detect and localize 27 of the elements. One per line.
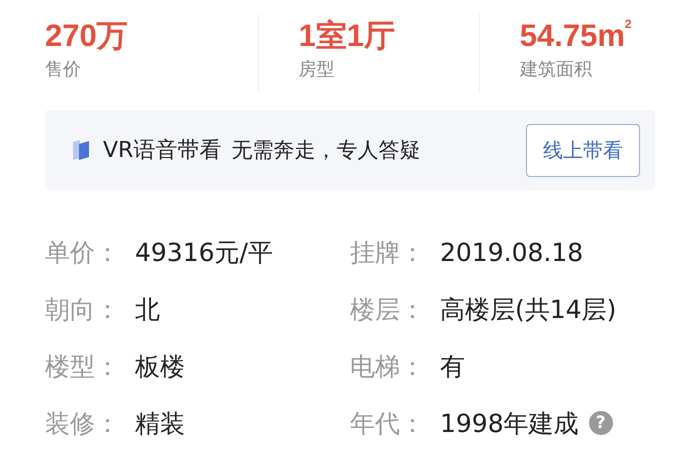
detail-label: 单价： (45, 236, 121, 268)
detail-value: 2019.08.18 (440, 238, 584, 266)
detail-value: 板楼 (135, 350, 185, 382)
detail-label: 电梯： (350, 350, 426, 382)
detail-value: 高楼层(共14层) (440, 294, 616, 326)
vr-title: VR语音带看 (103, 137, 222, 165)
detail-label: 年代： (350, 408, 426, 440)
stat-label: 售价 (45, 58, 81, 82)
help-icon[interactable]: ? (588, 411, 613, 435)
online-viewing-button[interactable]: 线上带看 (526, 124, 640, 176)
detail-value: 1998年建成 (440, 408, 579, 440)
detail-value: 有 (440, 350, 465, 382)
detail-label: 楼层： (350, 294, 426, 326)
detail-value: 49316元/平 (135, 236, 273, 268)
stat-label: 房型 (298, 58, 335, 82)
detail-value: 精装 (135, 408, 185, 440)
stat-value: 54.75m$^{2}$ (520, 16, 632, 55)
detail-value: 北 (135, 294, 160, 326)
stat-label: 建筑面积 (520, 58, 592, 82)
detail-label: 朝向： (45, 294, 121, 326)
detail-label: 挂牌： (350, 236, 426, 268)
stat-value: 1室1厅 (298, 17, 396, 55)
stat-value: 270万 (45, 17, 128, 55)
detail-label: 装修： (45, 408, 121, 440)
vr-subtitle: 无需奔走，专人答疑 (231, 137, 422, 164)
detail-label: 楼型： (45, 350, 121, 382)
vr-icon (71, 138, 91, 162)
